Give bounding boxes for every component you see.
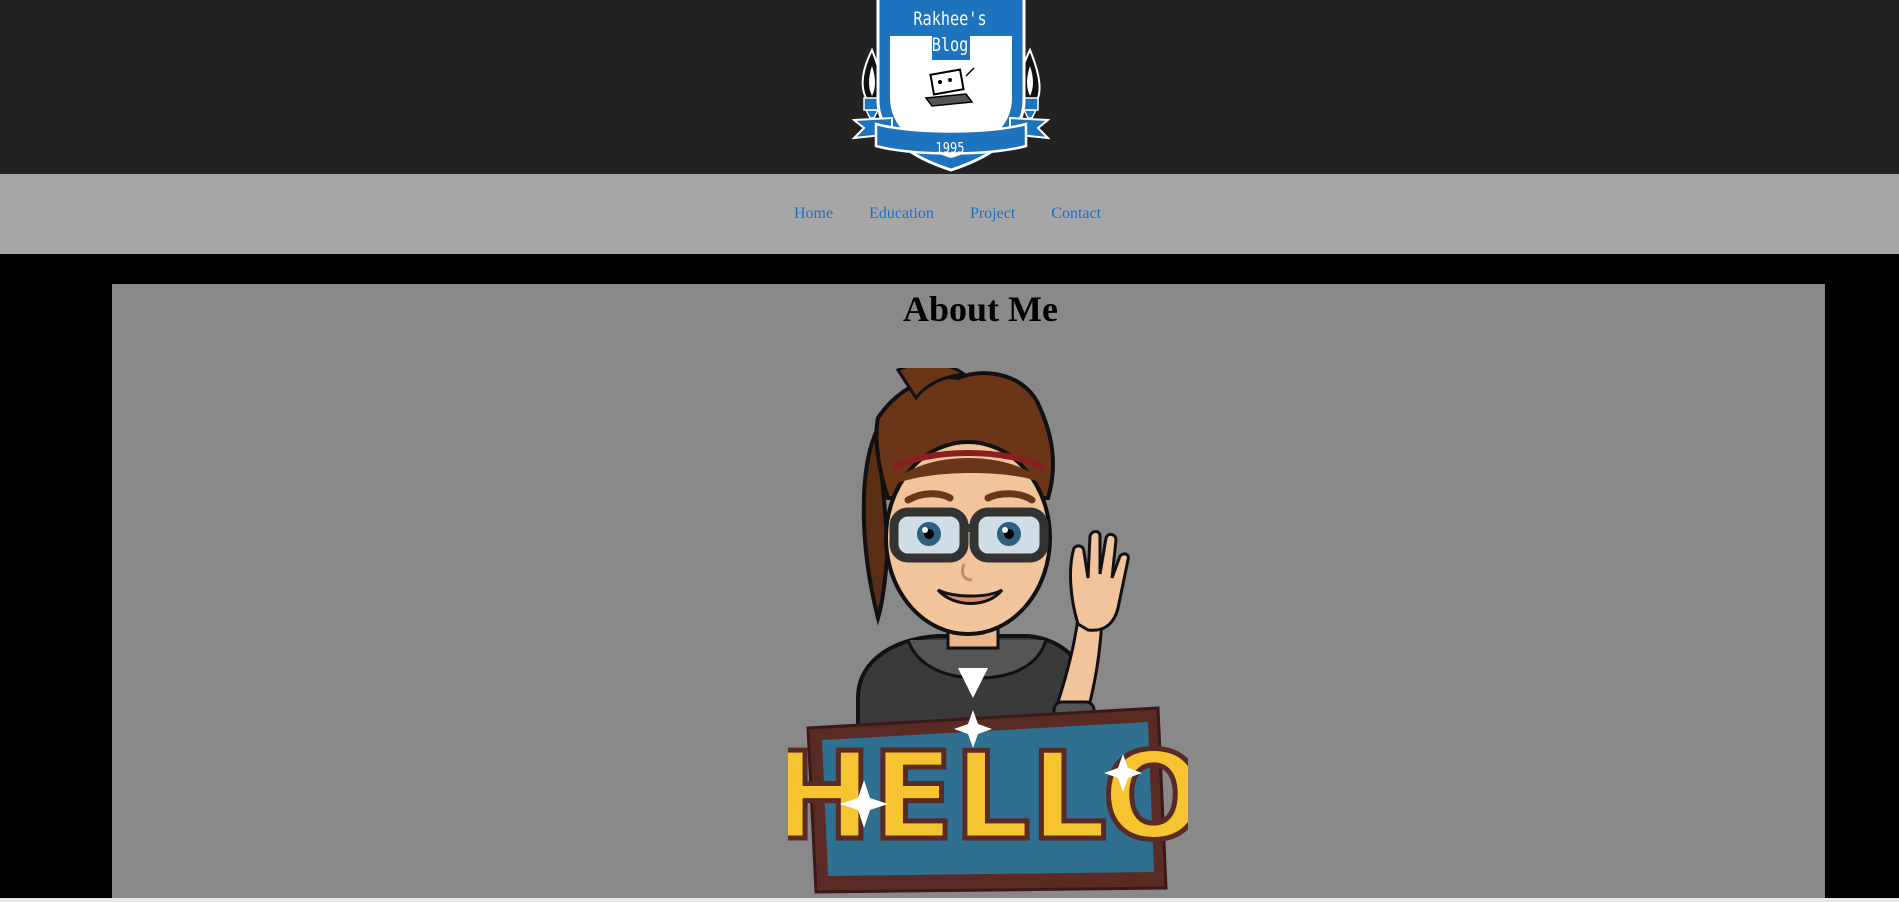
page-title: About Me xyxy=(903,289,1058,329)
about-section: About Me HELLO xyxy=(112,284,1825,900)
avatar-hello-icon: HELLO xyxy=(788,368,1188,894)
nav-link-education[interactable]: Education xyxy=(869,205,934,222)
nav-item-contact: Contact xyxy=(1051,205,1101,223)
nav-link-project[interactable]: Project xyxy=(970,205,1015,222)
main-navigation: Home Education Project Contact xyxy=(0,174,1899,254)
nav-item-project: Project xyxy=(970,205,1015,223)
nav-link-contact[interactable]: Contact xyxy=(1051,205,1101,222)
site-header: Rakhee's Blog 1995 xyxy=(0,0,1899,174)
logo-year: 1995 xyxy=(935,139,965,157)
page-bottom-edge xyxy=(0,898,1899,902)
hello-lettering-icon: HELLO xyxy=(788,706,1188,894)
logo-text-line2: Blog xyxy=(931,34,969,56)
bitmoji-avatar-image: HELLO xyxy=(788,368,1188,900)
logo-text-line1: Rakhee's xyxy=(913,8,987,30)
nav-link-home[interactable]: Home xyxy=(794,205,833,222)
svg-text:HELLO: HELLO xyxy=(788,728,1188,867)
nav-list: Home Education Project Contact xyxy=(776,205,1119,223)
nav-item-education: Education xyxy=(869,205,934,223)
nav-item-home: Home xyxy=(794,205,833,223)
